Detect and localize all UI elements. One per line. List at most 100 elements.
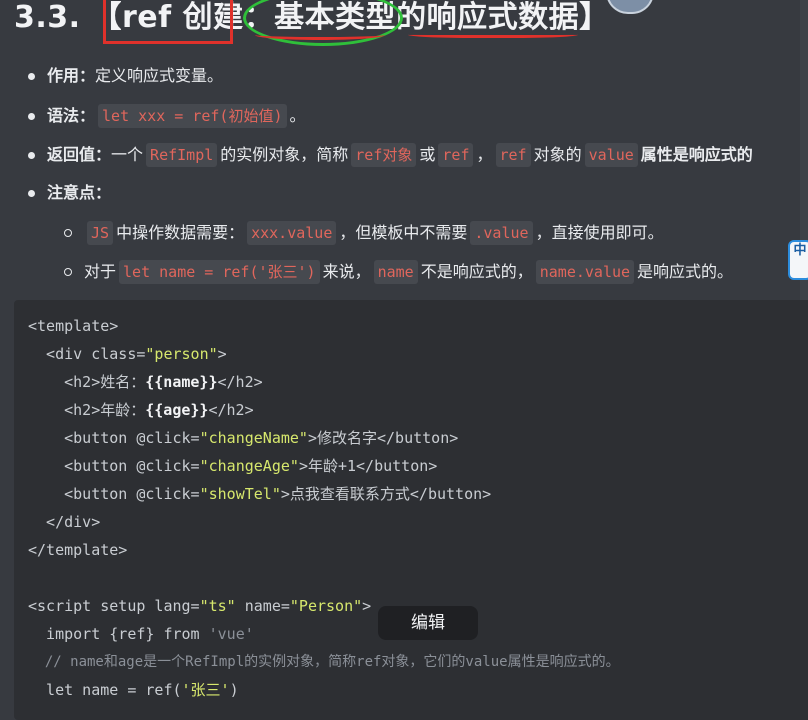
code-token: <h2>年龄：	[28, 401, 146, 419]
bullet	[28, 112, 35, 120]
list-item-notes: 注意点：	[28, 182, 111, 204]
code-token: "changeName"	[199, 429, 308, 447]
code-token: "person"	[145, 345, 218, 363]
inline-code: let xxx = ref(初始值)	[98, 104, 287, 128]
bullet	[28, 189, 35, 197]
inline-code: ref	[438, 143, 474, 167]
code-token: import {ref} from	[28, 625, 209, 643]
inline-code: let name = ref('张三')	[119, 260, 320, 284]
inline-code: name	[373, 260, 418, 284]
code-token: "changeAge"	[199, 457, 299, 475]
text: 对象的	[533, 145, 582, 164]
list-item-note-1: JS 中操作数据需要： xxx.value ，但模板中不需要 .value ，直接使用即可…	[64, 221, 664, 245]
code-token: <div class=	[28, 345, 146, 363]
inline-code: RefImpl	[146, 143, 218, 167]
code-token: <button @click=	[28, 485, 200, 503]
annotation-red-box	[103, 0, 233, 44]
code-token: >点我查看联系方式</button>	[280, 485, 492, 503]
sep: ：	[79, 66, 96, 85]
code-token: <script setup lang=	[28, 597, 200, 615]
code-token: name=	[235, 597, 290, 615]
code-token: <h2>姓名：	[28, 373, 146, 391]
code-line: <button @click="showTel">点我查看联系方式</butto…	[28, 484, 491, 504]
code-line: // name和age是一个RefImpl的实例对象，简称ref对象，它们的va…	[28, 652, 620, 672]
code-line: <h2>年龄：{{age}}</h2>	[28, 400, 254, 420]
label-returns: 返回值	[47, 145, 96, 164]
code-token: </template>	[28, 541, 128, 559]
heading-bracket-close: 】	[579, 0, 610, 35]
code-line: <button @click="changeAge">年龄+1</button>	[28, 456, 437, 476]
label-purpose: 作用	[47, 66, 80, 85]
list-item-syntax: 语法： let xxx = ref(初始值)。	[28, 104, 306, 128]
bullet-hollow	[64, 268, 72, 276]
inline-code: .value	[470, 221, 533, 245]
inline-code: value	[584, 143, 638, 167]
badge-label: 中	[793, 243, 807, 258]
heading-number: 3.3.	[14, 0, 81, 35]
code-token: <template>	[28, 317, 119, 335]
list-item-returns: 返回值：一个 RefImpl 的实例对象，简称 ref对象或 ref， ref 对象的 val…	[28, 143, 753, 167]
text: ，	[476, 145, 493, 164]
code-line: <script setup lang="ts" name="Person">	[28, 596, 371, 616]
text: 是响应式的。	[637, 262, 734, 281]
code-token: </h2>	[217, 373, 263, 391]
translate-badge[interactable]: 中	[788, 240, 808, 280]
code-token: "Person"	[289, 597, 363, 615]
avatar[interactable]	[606, 0, 654, 14]
annotation-red-underline-1	[255, 30, 385, 40]
text: 对于	[84, 262, 117, 281]
code-token: >	[362, 597, 372, 615]
text: 或	[419, 145, 436, 164]
list-item-purpose: 作用：定义响应式变量。	[28, 65, 223, 87]
code-token: >修改名字</button>	[307, 429, 459, 447]
bullet	[28, 151, 35, 159]
code-token: >	[217, 345, 227, 363]
text: 中操作数据需要：	[116, 223, 245, 242]
code-token: <button @click=	[28, 457, 200, 475]
code-line: import {ref} from 'vue'	[28, 624, 254, 644]
inline-code: name.value	[535, 260, 635, 284]
code-token: )	[229, 681, 239, 699]
code-token: <button @click=	[28, 429, 200, 447]
text: 来说，	[322, 262, 371, 281]
code-line: </template>	[28, 540, 127, 560]
code-token: {{name}}	[145, 373, 218, 391]
code-token: // name和age是一个RefImpl的实例对象，简称ref对象，它们的va…	[28, 654, 620, 670]
text: 属性是响应式的	[640, 145, 753, 164]
list-item-note-2: 对于 let name = ref('张三') 来说， name 不是响应式的， name…	[64, 260, 733, 284]
inline-code: ref	[495, 143, 531, 167]
inline-code: JS	[87, 221, 114, 245]
bullet	[28, 72, 35, 80]
code-line: let name = ref('张三')	[28, 680, 239, 700]
text: 不是响应式的，	[420, 262, 533, 281]
code-token: "showTel"	[199, 485, 281, 503]
code-line: <template>	[28, 316, 118, 336]
edit-tooltip[interactable]: 编辑	[378, 606, 478, 640]
text: 的实例对象，简称	[220, 145, 349, 164]
code-token: {{age}}	[145, 401, 209, 419]
annotation-red-underline-2	[408, 30, 578, 38]
text-purpose: 定义响应式变量。	[95, 66, 224, 85]
code-token: </div>	[28, 513, 101, 531]
code-token: 'vue'	[208, 625, 254, 643]
text: 一个	[111, 145, 144, 164]
sep: ：	[79, 106, 96, 125]
sep: ：	[95, 145, 112, 164]
code-block[interactable]: <template> <div class="person"> <h2>姓名：{…	[14, 300, 808, 720]
code-line: </div>	[28, 512, 100, 532]
code-token: '张三'	[181, 681, 230, 699]
label-notes: 注意点	[47, 183, 96, 202]
inline-code: ref对象	[351, 143, 417, 167]
code-token: let name = ref(	[28, 681, 182, 699]
code-line: <h2>姓名：{{name}}</h2>	[28, 372, 263, 392]
tooltip-label: 编辑	[411, 613, 445, 633]
code-line: <div class="person">	[28, 344, 227, 364]
text: ，但模板中不需要	[339, 223, 468, 242]
code-token: "ts"	[199, 597, 236, 615]
inline-code: xxx.value	[247, 221, 337, 245]
text: 。	[289, 106, 306, 125]
label-syntax: 语法	[47, 106, 80, 125]
text: ，直接使用即可。	[535, 223, 664, 242]
bullet-hollow	[64, 229, 72, 237]
sep: ：	[95, 183, 112, 202]
